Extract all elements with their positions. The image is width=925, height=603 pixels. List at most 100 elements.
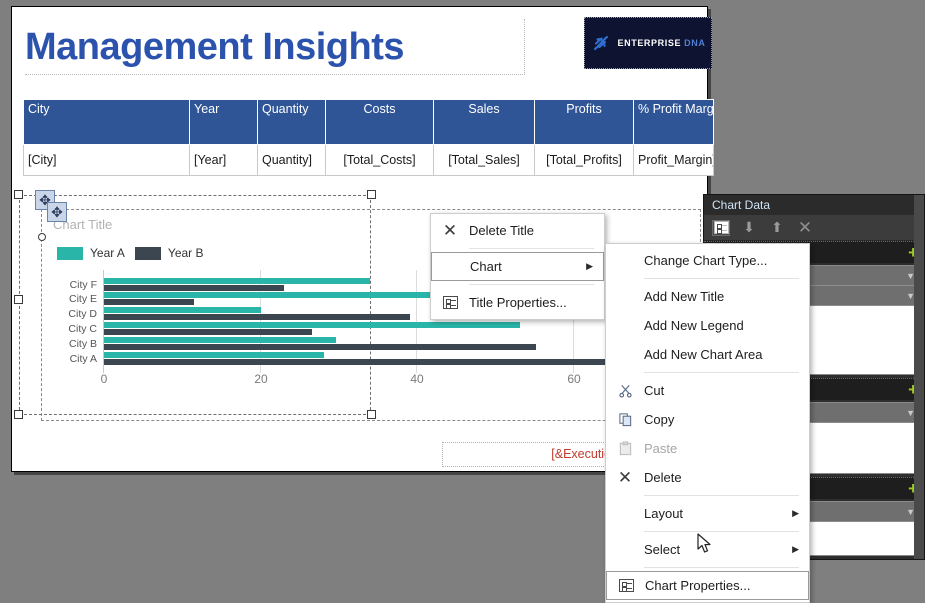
menu-item-select-label: Select [644,542,680,557]
bar-year-b-city-d[interactable] [104,314,410,320]
cell-costs[interactable]: [Total_Costs] [326,145,434,176]
chevron-right-icon: ▶ [586,261,593,272]
properties-icon [440,293,460,313]
move-down-icon[interactable]: ⬇ [740,220,758,236]
menu-separator [644,372,799,373]
menu-separator [469,284,594,285]
bar-year-a-city-e[interactable] [104,292,449,298]
menu-separator [469,248,594,249]
legend-swatch-year-a [57,247,83,260]
menu-item-change-chart-type[interactable]: Change Chart Type... [606,246,809,275]
bar-year-b-city-a[interactable] [104,359,638,365]
chart-data-toolbar[interactable]: ⬇ ⬆ ✕ [704,215,924,241]
chart-legend[interactable]: Year A Year B [57,246,204,260]
chart-selection-region[interactable]: ✥ ✥ Chart Title Year A Year B [19,195,371,415]
col-header-quantity[interactable]: Quantity [258,100,326,145]
tablix-table[interactable]: City Year Quantity Costs Sales Profits %… [23,99,714,176]
col-header-profits[interactable]: Profits [535,100,634,145]
panel-scrollbar[interactable] [914,195,924,559]
resize-handle-top-center[interactable] [367,190,376,199]
title-context-menu[interactable]: ✕ Delete Title Chart ▶ Title Properties.… [430,213,605,320]
cell-sales[interactable]: [Total_Sales] [434,145,535,176]
delete-x-icon[interactable]: ✕ [796,220,814,236]
menu-item-paste-label: Paste [644,441,677,456]
cell-year[interactable]: [Year] [190,145,258,176]
menu-item-copy[interactable]: Copy [606,405,809,434]
bar-year-b-city-e[interactable] [104,299,194,305]
bar-year-b-city-f[interactable] [104,285,284,291]
dna-helix-icon [591,33,611,53]
cat-label-city-f: City F [70,279,97,291]
menu-item-chart-label: Chart [470,259,502,274]
menu-item-cut-label: Cut [644,383,664,398]
page-title: Management Insights [25,19,525,75]
cat-label-city-c: City C [68,323,97,335]
cell-profit-margin[interactable]: Profit_Margin] [634,145,714,176]
menu-item-chart-properties-label: Chart Properties... [645,578,751,593]
legend-item-year-a: Year A [57,246,125,260]
menu-item-add-new-chart-area[interactable]: Add New Chart Area [606,340,809,369]
cat-label-city-a: City A [70,353,97,365]
menu-separator [644,531,799,532]
cell-profits[interactable]: [Total_Profits] [535,145,634,176]
bar-year-a-city-a[interactable] [104,352,324,358]
delete-x-icon: ✕ [440,221,460,241]
col-header-sales[interactable]: Sales [434,100,535,145]
bar-year-a-city-c[interactable] [104,322,520,328]
chevron-right-icon: ▶ [792,508,799,519]
menu-item-add-new-legend[interactable]: Add New Legend [606,311,809,340]
cat-label-city-b: City B [69,338,97,350]
menu-item-chart-properties[interactable]: Chart Properties... [606,571,809,600]
properties-icon[interactable] [712,220,730,236]
legend-label-year-a: Year A [90,246,125,260]
logo: ENTERPRISE DNA [584,17,712,69]
chevron-right-icon: ▶ [792,544,799,555]
properties-icon [616,576,636,596]
menu-item-chart[interactable]: Chart ▶ [431,252,604,281]
execution-time-textbox[interactable]: [&Execution [442,442,622,467]
cat-label-city-d: City D [68,308,97,320]
col-header-profit-margin[interactable]: % Profit Margin [634,100,714,145]
bar-year-a-city-f[interactable] [104,278,370,284]
resize-handle-top-left[interactable] [14,190,23,199]
legend-item-year-b: Year B [135,246,204,260]
col-header-city[interactable]: City [24,100,190,145]
move-handle-title[interactable]: ✥ [47,202,67,222]
menu-item-layout-label: Layout [644,506,683,521]
col-header-year[interactable]: Year [190,100,258,145]
menu-item-cut[interactable]: Cut [606,376,809,405]
move-up-icon[interactable]: ⬆ [768,220,786,236]
menu-item-layout[interactable]: Layout ▶ [606,499,809,528]
resize-handle-bottom-left[interactable] [14,410,23,419]
table-header-row: City Year Quantity Costs Sales Profits %… [24,100,714,145]
delete-x-icon: ✕ [615,468,635,488]
xtick-40: 40 [410,372,423,386]
menu-separator [644,567,799,568]
menu-item-copy-label: Copy [644,412,674,427]
menu-item-delete[interactable]: ✕ Delete [606,463,809,492]
bar-year-b-city-b[interactable] [104,344,536,350]
menu-item-add-new-chart-area-label: Add New Chart Area [644,347,763,362]
cell-city[interactable]: [City] [24,145,190,176]
resize-handle-bottom-center[interactable] [367,410,376,419]
xtick-60: 60 [567,372,580,386]
menu-item-change-chart-type-label: Change Chart Type... [644,253,767,268]
menu-item-add-new-title[interactable]: Add New Title [606,282,809,311]
table-row[interactable]: [City] [Year] Quantity] [Total_Costs] [T… [24,145,714,176]
menu-item-delete-title[interactable]: ✕ Delete Title [431,216,604,245]
legend-label-year-b: Year B [168,246,204,260]
menu-separator [644,495,799,496]
col-header-costs[interactable]: Costs [326,100,434,145]
menu-item-title-properties[interactable]: Title Properties... [431,288,604,317]
resize-handle-mid-left[interactable] [14,295,23,304]
cell-quantity[interactable]: Quantity] [258,145,326,176]
bar-year-a-city-b[interactable] [104,337,336,343]
menu-separator [644,278,799,279]
paste-icon [615,439,635,459]
bar-year-a-city-d[interactable] [104,307,261,313]
bar-year-b-city-c[interactable] [104,329,312,335]
chart-data-panel-title: Chart Data [704,195,924,215]
mouse-cursor [697,533,713,555]
scissors-icon [615,381,635,401]
rotate-handle-title[interactable] [38,233,46,241]
